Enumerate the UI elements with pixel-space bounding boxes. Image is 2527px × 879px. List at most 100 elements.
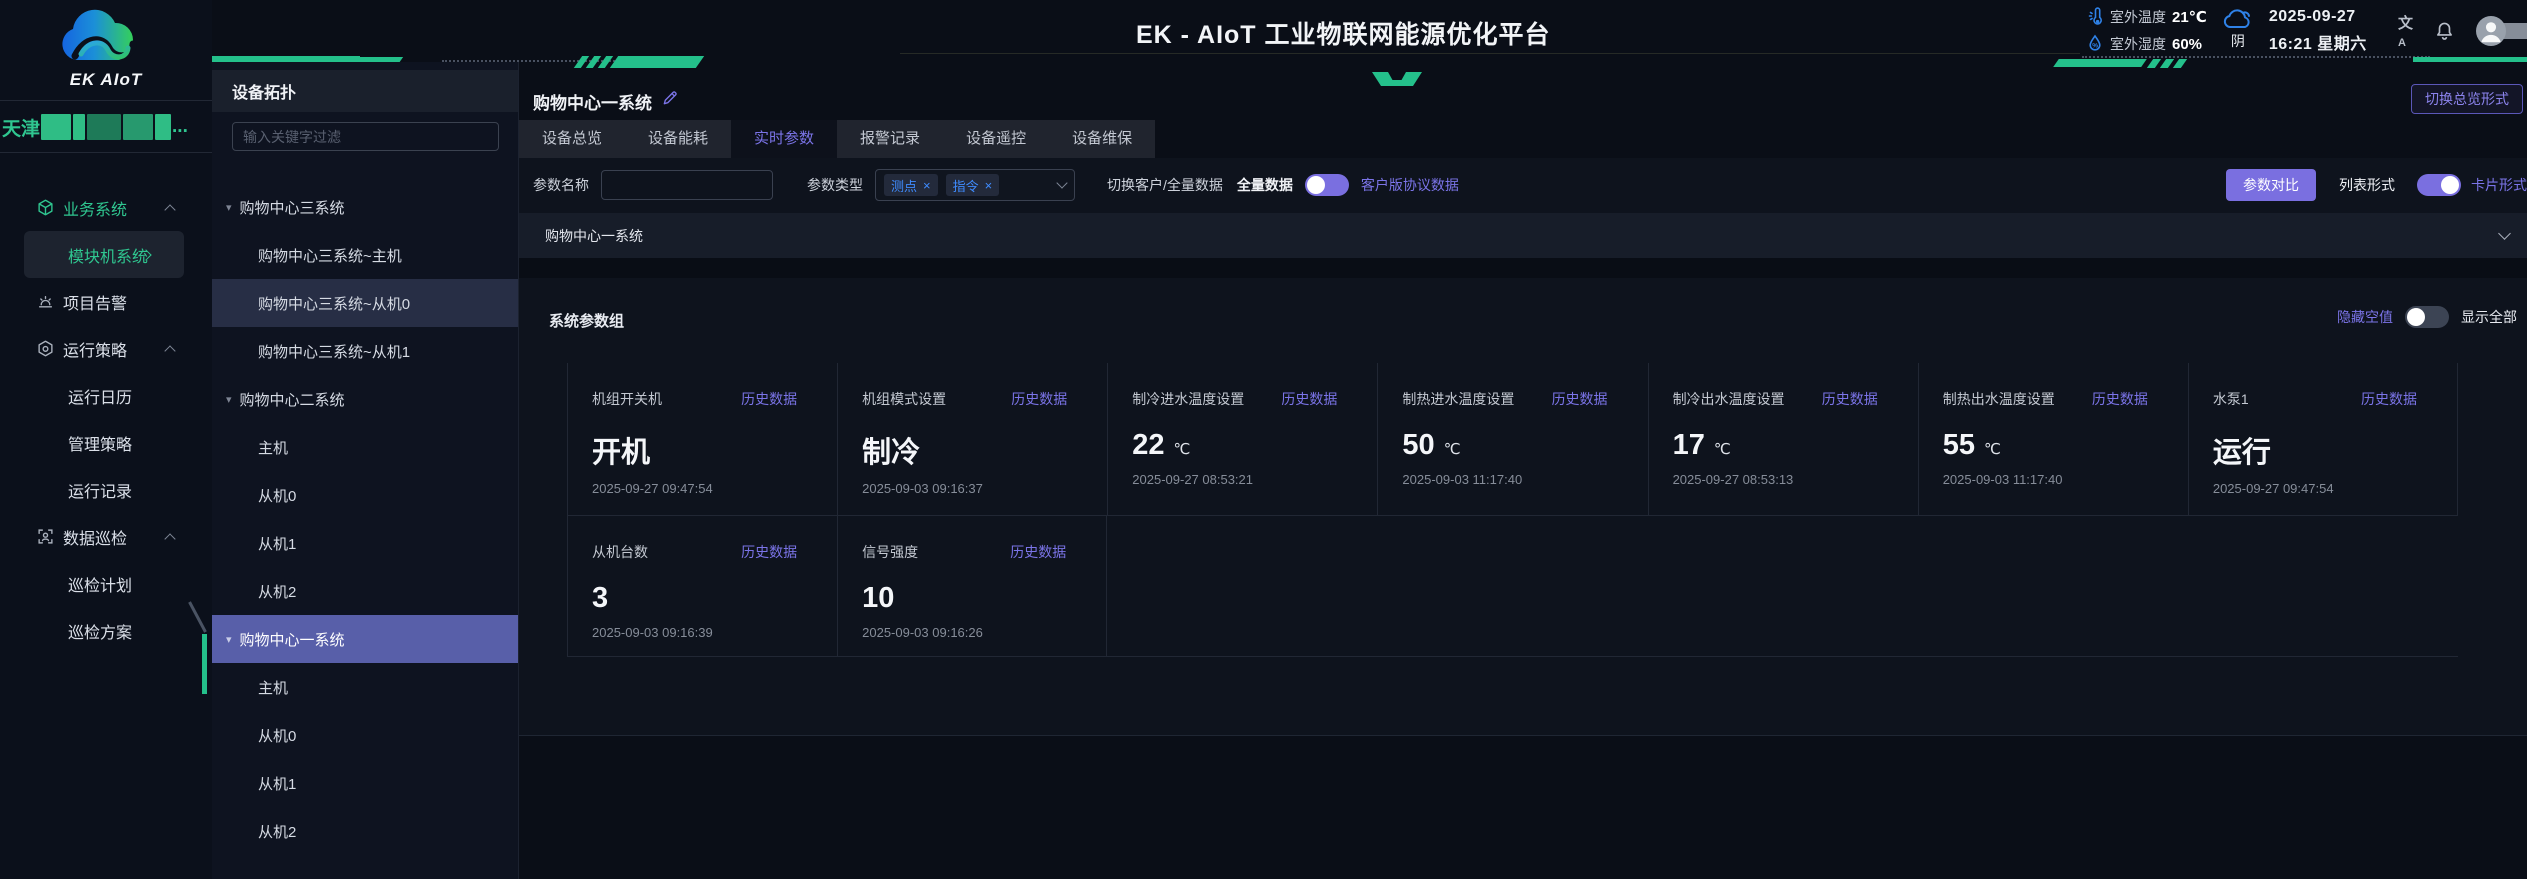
tree-node-system3[interactable]: ▾ 购物中心三系统 — [212, 183, 518, 231]
param-name-input[interactable] — [601, 170, 773, 200]
sidebar-item-label: 巡检方案 — [68, 619, 132, 643]
user-avatar[interactable] — [2476, 16, 2527, 46]
sidebar-item-run-record[interactable]: 运行记录 — [0, 466, 212, 513]
chevron-up-icon — [164, 345, 175, 356]
header-action-icons: 文A — [2398, 12, 2527, 50]
param-name: 机组模式设置 — [862, 389, 946, 409]
sidebar-item-run-strategy[interactable]: 运行策略 — [0, 325, 212, 372]
company-prefix: 天津 — [2, 114, 40, 141]
tree-node-system1-host[interactable]: 主机 — [212, 663, 518, 711]
param-unit: ℃ — [1174, 440, 1191, 458]
sidebar-scrollbar[interactable] — [202, 634, 207, 694]
tag-close-icon[interactable]: × — [985, 178, 993, 193]
history-data-link[interactable]: 历史数据 — [1281, 389, 1337, 409]
sidebar-item-management-strategy[interactable]: 管理策略 — [0, 419, 212, 466]
tree-node-system3-slave0[interactable]: 购物中心三系统~从机0 — [212, 279, 518, 327]
tree-node-label: 购物中心三系统~主机 — [258, 245, 402, 266]
tree-node-system2[interactable]: ▾ 购物中心二系统 — [212, 375, 518, 423]
hide-empty-toggle[interactable] — [2405, 306, 2449, 328]
tag-label: 指令 — [953, 176, 979, 195]
history-data-link[interactable]: 历史数据 — [2092, 389, 2148, 409]
switch-overview-button[interactable]: 切换总览形式 — [2411, 84, 2523, 114]
sidebar-item-inspection-plan[interactable]: 巡检计划 — [0, 560, 212, 607]
empty-cell — [1107, 516, 1377, 656]
param-cards-row-2: 从机台数 历史数据 3 2025-09-03 09:16:39 信号强度 历史数… — [567, 516, 2458, 657]
history-data-link[interactable]: 历史数据 — [1552, 389, 1608, 409]
sidebar-item-inspection-scheme[interactable]: 巡检方案 — [0, 607, 212, 654]
tab-device-overview[interactable]: 设备总览 — [519, 120, 625, 158]
param-name-label: 参数名称 — [533, 175, 589, 195]
param-compare-button[interactable]: 参数对比 — [2226, 169, 2316, 201]
tree-node-system2-slave0[interactable]: 从机0 — [212, 471, 518, 519]
tag-close-icon[interactable]: × — [923, 178, 931, 193]
tree-node-system2-slave1[interactable]: 从机1 — [212, 519, 518, 567]
tree-expand-caret-icon[interactable]: ▾ — [226, 633, 232, 646]
tree-search-input[interactable] — [232, 122, 499, 151]
current-time: 16:21 — [2269, 36, 2312, 53]
tree-node-system1-selected[interactable]: ▾ 购物中心一系统 — [212, 615, 518, 663]
tree-node-label: 购物中心二系统 — [240, 389, 345, 410]
param-card-unit-mode: 机组模式设置 历史数据 制冷 2025-09-03 09:16:37 — [837, 363, 1107, 515]
param-value: 开机 — [592, 429, 650, 471]
param-timestamp: 2025-09-27 08:53:13 — [1673, 472, 1878, 487]
tree-node-system3-slave1[interactable]: 购物中心三系统~从机1 — [212, 327, 518, 375]
app-title: EK - AIoT 工业物联网能源优化平台 — [1136, 15, 1551, 51]
param-cards-grid: 机组开关机 历史数据 开机 2025-09-27 09:47:54 机组模式设置… — [567, 363, 2458, 657]
cube-icon — [37, 199, 54, 216]
chevron-up-icon — [164, 533, 175, 544]
outdoor-temp-label: 室外温度 — [2110, 7, 2166, 27]
param-type-select[interactable]: 测点 × 指令 × — [875, 169, 1075, 201]
history-data-link[interactable]: 历史数据 — [741, 389, 797, 409]
history-data-link[interactable]: 历史数据 — [1011, 389, 1067, 409]
detail-tabs: 设备总览 设备能耗 实时参数 报警记录 设备遥控 设备维保 — [519, 120, 1155, 158]
sidebar-item-project-alarm[interactable]: 项目告警 — [0, 278, 212, 325]
tree-node-label: 购物中心三系统~从机1 — [258, 341, 410, 362]
view-mode-toggle[interactable] — [2417, 174, 2461, 196]
client-protocol-data-label: 客户版协议数据 — [1361, 175, 1459, 195]
param-timestamp: 2025-09-03 09:16:39 — [592, 625, 797, 640]
history-data-link[interactable]: 历史数据 — [2361, 389, 2417, 409]
deco-dotted-right — [2082, 56, 2430, 58]
tree-node-system1-slave2[interactable]: 从机2 — [212, 807, 518, 855]
param-timestamp: 2025-09-03 09:16:37 — [862, 481, 1067, 496]
logo-text: EK AIoT — [70, 70, 142, 90]
tag-measure-point: 测点 × — [884, 174, 938, 196]
tree-expand-caret-icon[interactable]: ▾ — [226, 201, 232, 214]
tree-node-system3-host[interactable]: 购物中心三系统~主机 — [212, 231, 518, 279]
tab-device-remote[interactable]: 设备遥控 — [943, 120, 1049, 158]
tree-expand-caret-icon[interactable]: ▾ — [226, 393, 232, 406]
page-title: 购物中心一系统 — [533, 89, 652, 114]
param-name: 信号强度 — [862, 542, 918, 562]
tree-node-system2-slave2[interactable]: 从机2 — [212, 567, 518, 615]
sidebar-item-label: 运行策略 — [63, 337, 127, 361]
left-sidebar: EK AIoT 天津 ... 业务系统 模块机系统 — [0, 0, 212, 879]
sidebar-item-run-calendar[interactable]: 运行日历 — [0, 372, 212, 419]
client-data-toggle[interactable] — [1305, 174, 1349, 196]
history-data-link[interactable]: 历史数据 — [1822, 389, 1878, 409]
param-timestamp: 2025-09-27 09:47:54 — [592, 481, 797, 496]
tab-realtime-params[interactable]: 实时参数 — [731, 120, 837, 158]
logo-cloud-icon — [47, 4, 165, 72]
tree-node-system1-slave1[interactable]: 从机1 — [212, 759, 518, 807]
weather-values: 室外温度 21℃ % 室外湿度 60% — [2086, 5, 2207, 56]
system-section-collapse-bar[interactable]: 购物中心一系统 — [519, 213, 2527, 258]
param-name: 机组开关机 — [592, 389, 662, 409]
company-redacted-block — [155, 114, 171, 140]
param-card-water-pump-1: 水泵1 历史数据 运行 2025-09-27 09:47:54 — [2188, 363, 2458, 515]
history-data-link[interactable]: 历史数据 — [1010, 542, 1066, 562]
tab-device-energy[interactable]: 设备能耗 — [625, 120, 731, 158]
empty-cell — [1918, 516, 2188, 656]
history-data-link[interactable]: 历史数据 — [741, 542, 797, 562]
tree-node-system1-slave0[interactable]: 从机0 — [212, 711, 518, 759]
sidebar-item-business-system[interactable]: 业务系统 — [0, 184, 212, 231]
tree-node-system2-host[interactable]: 主机 — [212, 423, 518, 471]
tab-alarm-records[interactable]: 报警记录 — [837, 120, 943, 158]
language-switch-icon[interactable]: 文A — [2398, 12, 2413, 50]
tab-device-maintenance[interactable]: 设备维保 — [1049, 120, 1155, 158]
edit-title-icon[interactable] — [662, 89, 679, 106]
sidebar-item-data-inspection[interactable]: 数据巡检 — [0, 513, 212, 560]
sidebar-item-module-machine-system[interactable]: 模块机系统 — [24, 231, 184, 278]
param-timestamp: 2025-09-27 09:47:54 — [2213, 481, 2417, 496]
company-redacted-block — [87, 114, 121, 140]
notification-bell-icon[interactable] — [2435, 21, 2454, 41]
